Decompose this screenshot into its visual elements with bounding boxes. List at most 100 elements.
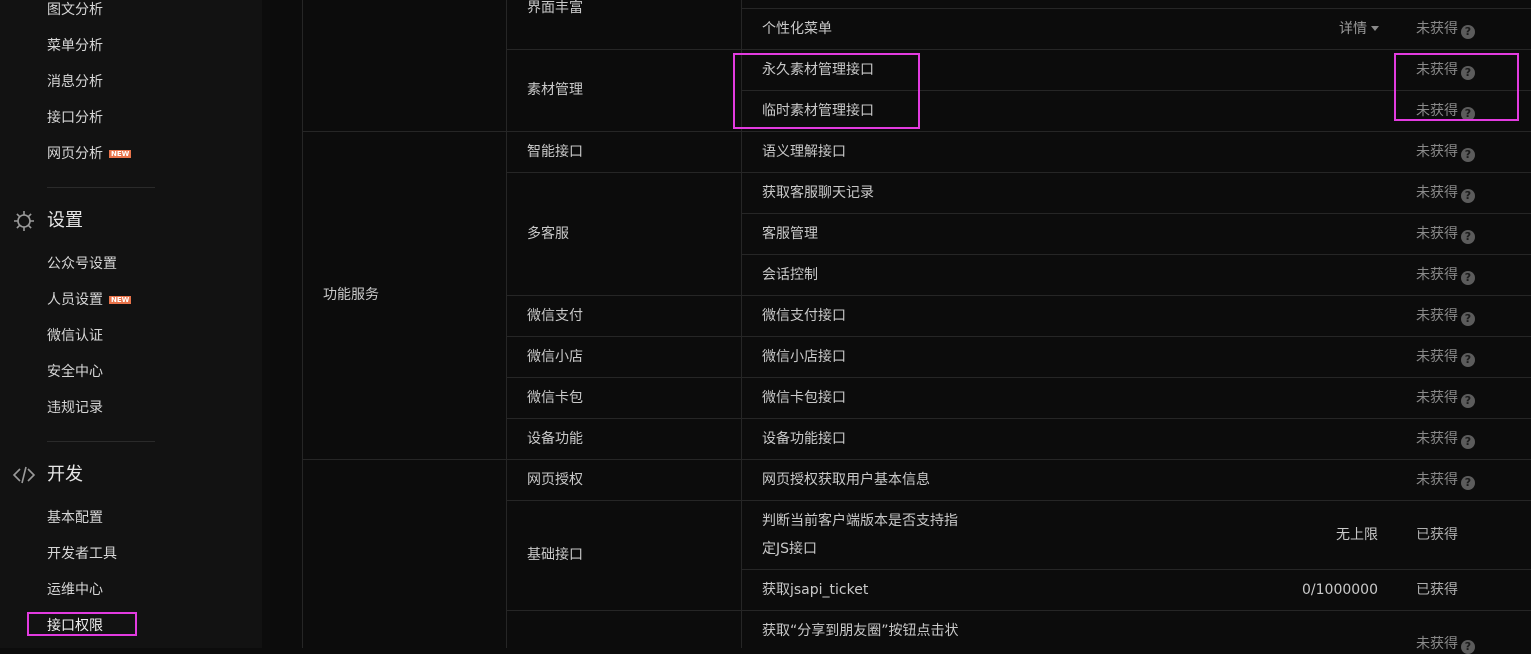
help-icon[interactable]: ? [1461, 66, 1475, 80]
sidebar-item-violation-records[interactable]: 违规记录 [47, 398, 103, 418]
api-name: 微信卡包接口 [762, 390, 846, 406]
sidebar-item-label: 图文分析 [47, 2, 103, 18]
table-border [741, 90, 1531, 91]
sidebar-item-article-analysis[interactable]: 图文分析 [47, 0, 103, 20]
help-icon[interactable]: ? [1461, 25, 1475, 39]
help-icon[interactable]: ? [1461, 230, 1475, 244]
status-cell: 未获得? [1416, 19, 1475, 39]
sidebar-item-label: 基本配置 [47, 510, 103, 526]
sidebar: 图文分析 菜单分析 消息分析 接口分析 网页分析 NEW 设置 公众号设置 人员设… [0, 0, 262, 648]
help-icon[interactable]: ? [1461, 353, 1475, 367]
sidebar-item-interface-permissions[interactable]: 接口权限 [47, 616, 103, 636]
api-name: 临时素材管理接口 [762, 103, 874, 119]
details-toggle[interactable]: 详情 [1339, 19, 1379, 39]
sidebar-item-staff-settings[interactable]: 人员设置 NEW [47, 290, 132, 310]
api-name: 微信支付接口 [762, 308, 846, 324]
table-border [302, 0, 303, 648]
help-icon[interactable]: ? [1461, 148, 1475, 162]
new-badge: NEW [109, 296, 132, 304]
help-icon[interactable]: ? [1461, 312, 1475, 326]
status-cell: 未获得? [1416, 388, 1475, 408]
status-text: 未获得 [1416, 636, 1458, 652]
api-name: 判断当前客户端版本是否支持指 [762, 513, 958, 529]
table-border [506, 500, 1531, 501]
category-label: 界面丰富 [527, 0, 583, 16]
category-label: 网页授权 [527, 472, 583, 488]
help-icon[interactable]: ? [1461, 271, 1475, 285]
category-label: 智能接口 [527, 144, 583, 160]
status-text: 未获得 [1416, 21, 1458, 37]
api-name: 客服管理 [762, 226, 818, 242]
api-name: 永久素材管理接口 [762, 62, 874, 78]
table-border [741, 569, 1531, 570]
category-label: 微信小店 [527, 349, 583, 365]
api-name: 获取“分享到朋友圈”按钮点击状 [762, 623, 959, 639]
limit-value: 无上限 [1336, 527, 1378, 543]
code-icon [12, 466, 36, 484]
sidebar-item-developer-tools[interactable]: 开发者工具 [47, 544, 117, 564]
status-cell: 未获得? [1416, 347, 1475, 367]
help-icon[interactable]: ? [1461, 107, 1475, 121]
status-cell: 未获得? [1416, 183, 1475, 203]
status-text: 未获得 [1416, 349, 1458, 365]
help-icon[interactable]: ? [1461, 476, 1475, 490]
category-label: 微信支付 [527, 308, 583, 324]
table-border [506, 336, 1531, 337]
category-label: 微信卡包 [527, 390, 583, 406]
status-cell: 未获得? [1416, 60, 1475, 80]
sidebar-item-security-center[interactable]: 安全中心 [47, 362, 103, 382]
help-icon[interactable]: ? [1461, 394, 1475, 408]
category-label: 设备功能 [527, 431, 583, 447]
sidebar-item-wechat-verify[interactable]: 微信认证 [47, 326, 103, 346]
table-border [741, 254, 1531, 255]
sidebar-item-label: 开发者工具 [47, 546, 117, 562]
sidebar-item-label: 违规记录 [47, 400, 103, 416]
table-border [506, 0, 507, 648]
sidebar-item-basic-config[interactable]: 基本配置 [47, 508, 103, 528]
sidebar-item-label: 消息分析 [47, 74, 103, 90]
sidebar-item-menu-analysis[interactable]: 菜单分析 [47, 36, 103, 56]
api-name: 微信小店接口 [762, 349, 846, 365]
status-cell: 未获得? [1416, 634, 1475, 654]
status-cell: 未获得? [1416, 429, 1475, 449]
status-text: 未获得 [1416, 185, 1458, 201]
status-text: 未获得 [1416, 431, 1458, 447]
sidebar-divider [47, 187, 155, 188]
api-name: 设备功能接口 [762, 431, 846, 447]
api-name: 语义理解接口 [762, 144, 846, 160]
sidebar-item-label: 接口权限 [47, 618, 103, 634]
category-label: 基础接口 [527, 547, 583, 563]
sidebar-item-ops-center[interactable]: 运维中心 [47, 580, 103, 600]
details-label: 详情 [1339, 21, 1367, 37]
status-text: 未获得 [1416, 226, 1458, 242]
sidebar-item-label: 公众号设置 [47, 256, 117, 272]
sidebar-item-account-settings[interactable]: 公众号设置 [47, 254, 117, 274]
help-icon[interactable]: ? [1461, 189, 1475, 203]
api-name: 获取jsapi_ticket [762, 582, 869, 598]
sidebar-item-webpage-analysis[interactable]: 网页分析 NEW [47, 144, 132, 164]
api-name: 个性化菜单 [762, 21, 832, 37]
category-label: 多客服 [527, 226, 569, 242]
status-text: 已获得 [1416, 527, 1458, 543]
status-cell: 未获得? [1416, 306, 1475, 326]
group-label: 功能服务 [323, 287, 379, 303]
table-border [506, 610, 1531, 611]
status-cell: 未获得? [1416, 265, 1475, 285]
status-cell: 未获得? [1416, 101, 1475, 121]
sidebar-item-interface-analysis[interactable]: 接口分析 [47, 108, 103, 128]
table-border [506, 418, 1531, 419]
status-text: 未获得 [1416, 308, 1458, 324]
sidebar-item-label: 菜单分析 [47, 38, 103, 54]
interface-permissions-table: 功能服务 界面丰富 个性化菜单 详情 未获得? 素材管理 永久素材管理接口 未获… [302, 0, 1531, 654]
sidebar-item-message-analysis[interactable]: 消息分析 [47, 72, 103, 92]
sidebar-section-settings[interactable]: 设置 [47, 209, 83, 233]
sidebar-section-develop[interactable]: 开发 [47, 463, 83, 487]
status-text: 未获得 [1416, 62, 1458, 78]
help-icon[interactable]: ? [1461, 435, 1475, 449]
api-name: 定JS接口 [762, 541, 818, 557]
sidebar-item-label: 运维中心 [47, 582, 103, 598]
status-text: 未获得 [1416, 144, 1458, 160]
table-border [506, 377, 1531, 378]
help-icon[interactable]: ? [1461, 640, 1475, 654]
status-text: 未获得 [1416, 472, 1458, 488]
